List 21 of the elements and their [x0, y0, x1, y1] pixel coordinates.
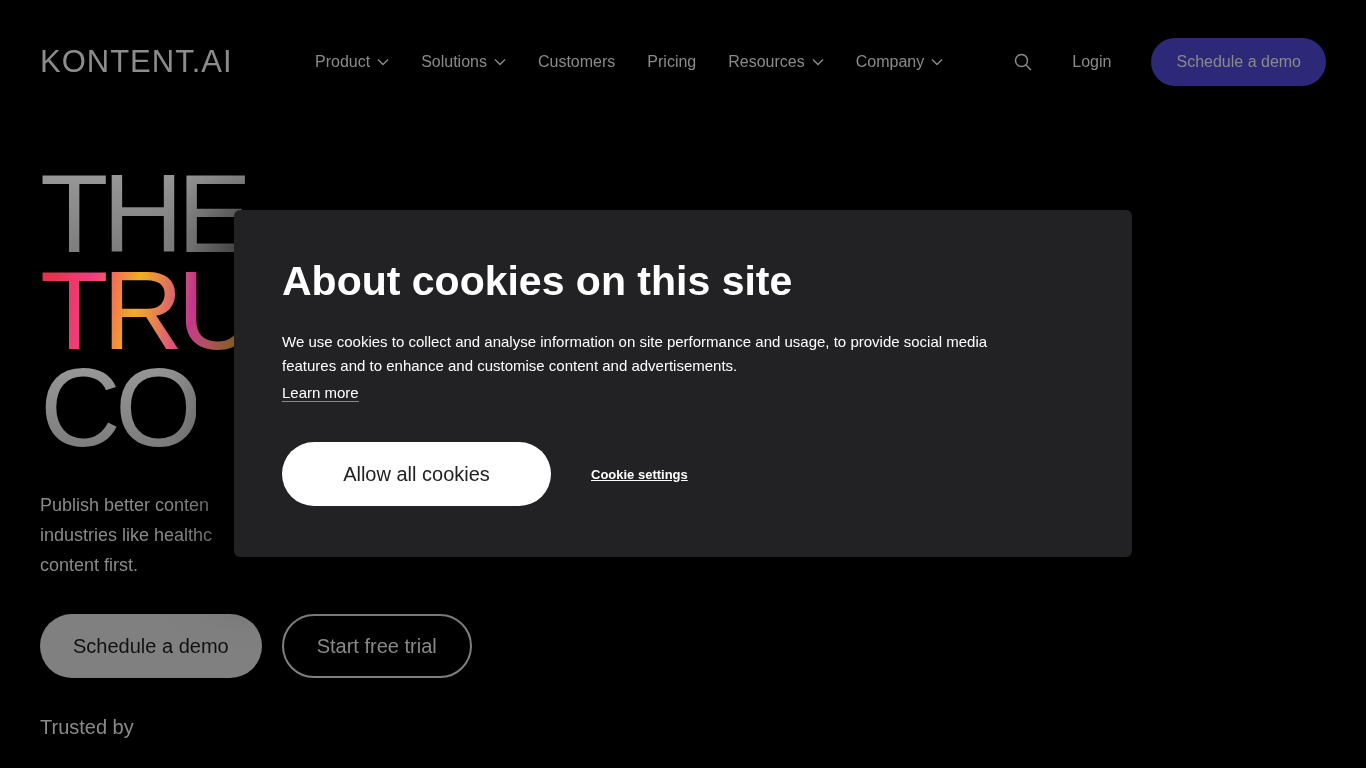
dialog-title: About cookies on this site — [282, 258, 793, 304]
intro-text: content first. — [40, 554, 139, 577]
cookie-settings-link[interactable]: Cookie settings — [591, 466, 688, 482]
trusted-by-heading: Trusted by — [40, 716, 134, 739]
schedule-demo-button[interactable]: Schedule a demo — [1151, 38, 1326, 86]
nav-link[interactable]: Pricing — [647, 53, 697, 71]
nav-link[interactable]: Product — [315, 53, 390, 71]
intro-text: Publish better conten — [40, 494, 210, 517]
free-trial-button[interactable]: Start free trial — [281, 614, 472, 678]
intro-text: industries like healthc — [40, 524, 213, 547]
logo[interactable]: KONTENT.AI — [40, 44, 315, 80]
nav-link[interactable]: Resources — [728, 53, 824, 71]
nav-link[interactable]: Customers — [537, 53, 616, 71]
cookie-notice-text: We use cookies to collect and analyse information on site performance and usage, to provide social media features and to enhance and customise content and advertisements. — [282, 332, 989, 376]
nav-link[interactable]: Company — [855, 53, 944, 71]
nav-link[interactable]: Solutions — [421, 53, 506, 71]
login-link[interactable]: Login — [1072, 53, 1112, 71]
learn-more-link[interactable]: Learn more — [282, 384, 359, 402]
schedule-demo-button[interactable]: Schedule a demo — [40, 614, 262, 678]
allow-cookies-button[interactable]: Allow all cookies — [282, 442, 551, 506]
search-icon[interactable] — [1014, 53, 1033, 71]
